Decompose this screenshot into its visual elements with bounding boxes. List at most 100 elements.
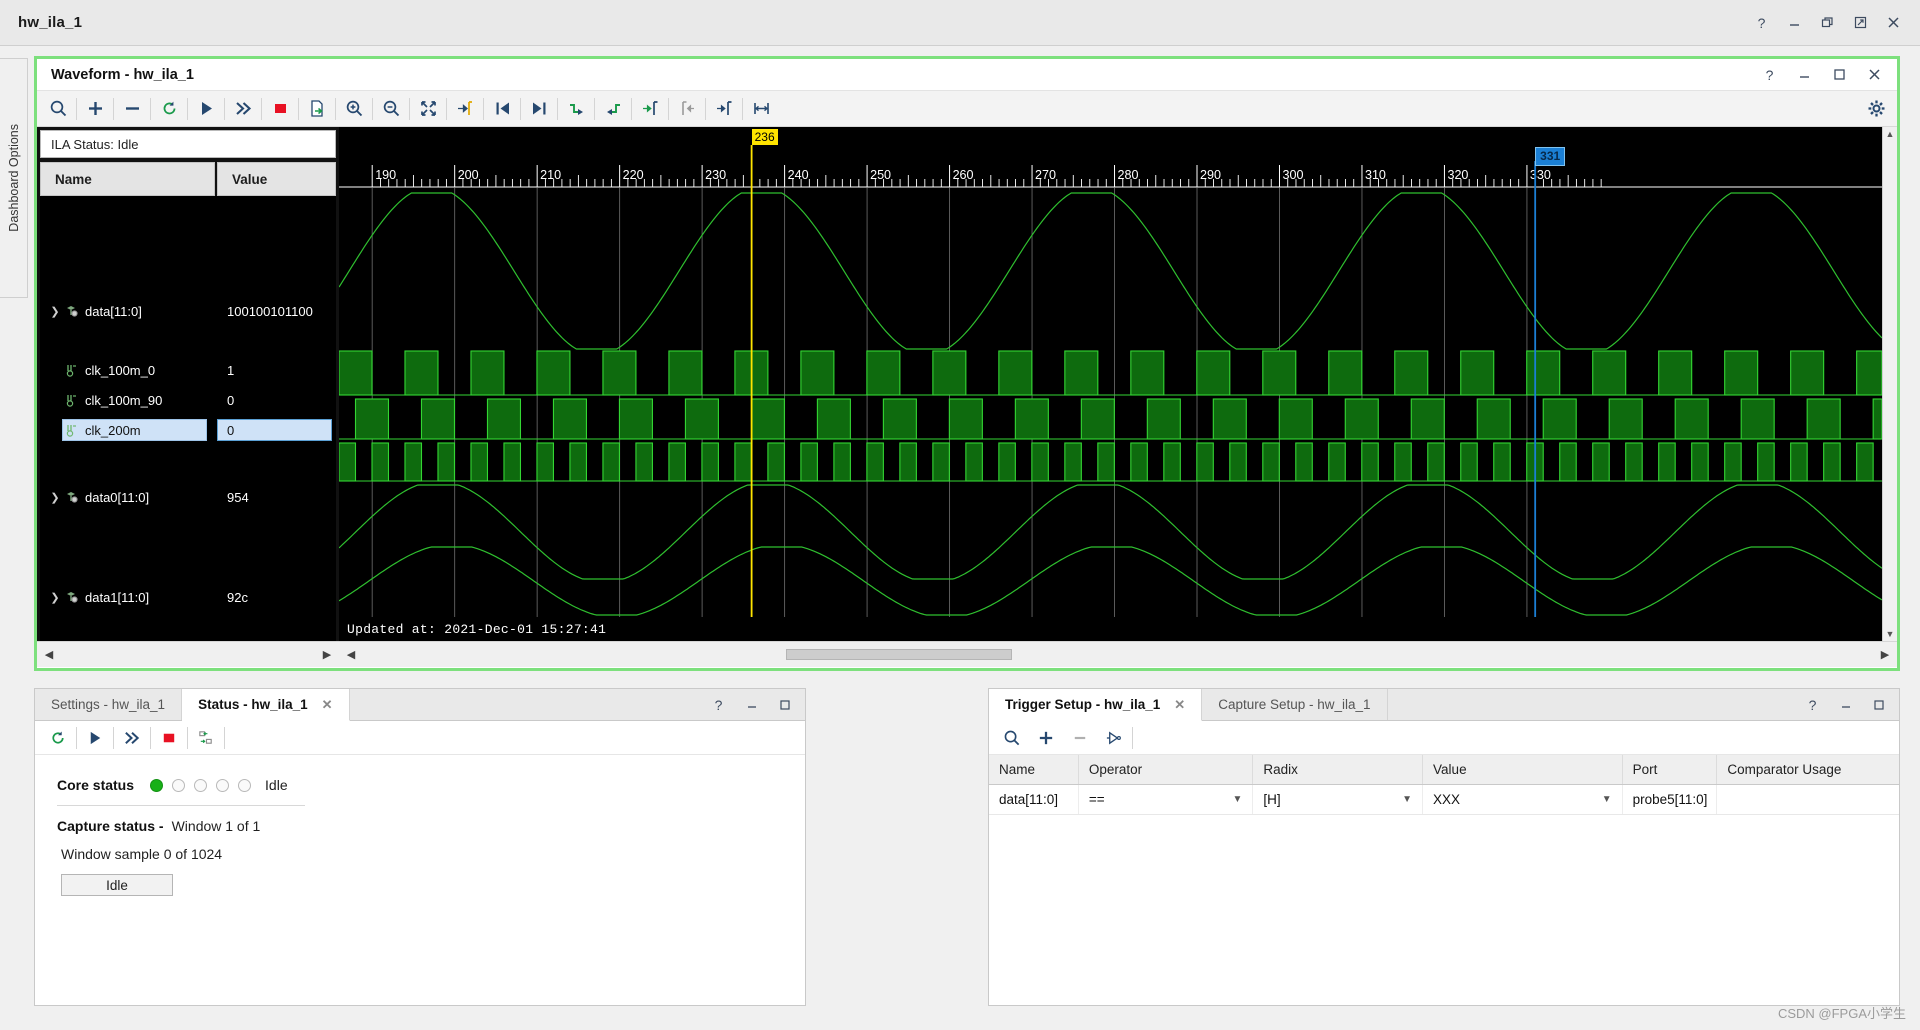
trigger-column-header[interactable]: Value [1423,755,1623,784]
next-transition-icon[interactable] [596,94,630,124]
next-marker-icon[interactable] [707,94,741,124]
probe-compare-icon[interactable] [1097,723,1131,753]
signal-value-row[interactable]: 1 [217,359,336,381]
expand-chevron-icon[interactable]: ❯ [46,591,64,604]
goto-end-icon[interactable] [522,94,556,124]
signal-name-row[interactable]: ❯ data[11:0] [40,300,215,322]
zoom-in-icon[interactable] [337,94,371,124]
wave-scroll-track[interactable] [363,649,1873,660]
cursor-marker-label[interactable]: 331 [1535,147,1566,166]
status-help-icon[interactable]: ? [710,696,727,713]
refresh-icon[interactable] [41,723,75,753]
signal-label: data[11:0] [85,303,142,319]
tab-settings-label: Settings - hw_ila_1 [51,697,166,712]
status-minimize-icon[interactable] [743,696,760,713]
goto-trigger-icon[interactable] [448,94,482,124]
help-icon[interactable]: ? [1753,14,1770,31]
trigger-radix-select[interactable]: [H] ▼ [1253,785,1424,814]
run-icon[interactable] [189,94,223,124]
add-marker-icon[interactable] [633,94,667,124]
measure-icon[interactable] [744,94,778,124]
waveform-vertical-scrollbar[interactable]: ▲ ▼ [1882,127,1897,641]
scroll-down-icon[interactable]: ▼ [1886,627,1895,641]
names-hscrollbar[interactable]: ◀ ▶ [37,648,339,661]
trigger-column-header[interactable]: Radix [1253,755,1424,784]
trigger-value-select[interactable]: XXX ▼ [1423,785,1623,814]
run-immediate-icon[interactable] [226,94,260,124]
waveform-maximize-icon[interactable] [1831,66,1848,83]
chevron-down-icon[interactable]: ▼ [1602,794,1612,805]
wave-hscrollbar[interactable]: ◀ ▶ [339,648,1897,661]
trigger-setup-panel: Trigger Setup - hw_ila_1 ✕ Capture Setup… [988,688,1900,1006]
settings-gear-icon[interactable] [1859,94,1893,124]
scroll-up-icon[interactable]: ▲ [1886,127,1895,141]
waveform-minimize-icon[interactable] [1796,66,1813,83]
tab-trigger-setup[interactable]: Trigger Setup - hw_ila_1 ✕ [989,689,1203,721]
search-icon[interactable] [41,94,75,124]
trigger-column-header[interactable]: Port [1623,755,1718,784]
expand-chevron-icon[interactable]: ❯ [46,305,64,318]
trigger-minimize-icon[interactable] [1837,696,1854,713]
restore-icon[interactable] [1819,14,1836,31]
run-icon[interactable] [78,723,112,753]
chevron-down-icon[interactable]: ▼ [1233,794,1243,805]
signal-name-row[interactable]: ❯ data0[11:0] [40,486,215,508]
tab-settings-hw-ila-1[interactable]: Settings - hw_ila_1 [35,689,183,720]
prev-marker-icon[interactable] [670,94,704,124]
trigger-marker-label[interactable]: 236 [751,129,778,145]
signal-name-row[interactable]: clk_100m_0 [40,359,215,381]
stop-icon[interactable] [263,94,297,124]
export-icon[interactable] [300,94,334,124]
zoom-fit-icon[interactable] [411,94,445,124]
signal-name-row[interactable]: clk_100m_90 [40,389,215,411]
add-icon[interactable] [78,94,112,124]
status-maximize-icon[interactable] [776,696,793,713]
name-column-header[interactable]: Name [40,162,215,196]
names-scroll-left-icon[interactable]: ◀ [41,648,57,661]
signal-value-row[interactable]: 92c [217,586,336,608]
minimize-icon[interactable] [1786,14,1803,31]
arm-icon[interactable] [189,723,223,753]
names-scroll-track[interactable] [57,649,319,660]
trigger-table-row[interactable]: data[11:0] == ▼ [H] ▼ XXX ▼ probe5[11:0] [989,785,1899,815]
waveform-canvas[interactable]: 190 200 210 220 230 240 250 260 270 280 290 300 310 3… [339,127,1882,641]
tab-trigger-setup-close-icon[interactable]: ✕ [1174,697,1185,713]
trigger-column-header[interactable]: Operator [1079,755,1254,784]
trigger-column-header[interactable]: Comparator Usage [1717,755,1899,784]
dashboard-options-tab[interactable]: Dashboard Options [0,58,28,298]
signal-value-row[interactable]: 954 [217,486,336,508]
signal-value-row[interactable]: 0 [217,419,336,441]
run-immediate-icon[interactable] [115,723,149,753]
add-icon[interactable] [1029,723,1063,753]
prev-transition-icon[interactable] [559,94,593,124]
names-scroll-right-icon[interactable]: ▶ [319,648,335,661]
tab-status-close-icon[interactable]: ✕ [322,697,333,713]
wave-scroll-thumb[interactable] [785,649,1013,660]
waveform-help-icon[interactable]: ? [1761,66,1778,83]
trigger-column-header[interactable]: Name [989,755,1079,784]
waveform-close-icon[interactable] [1866,66,1883,83]
search-icon[interactable] [995,723,1029,753]
tab-capture-setup[interactable]: Capture Setup - hw_ila_1 [1202,689,1388,720]
expand-chevron-icon[interactable]: ❯ [46,491,64,504]
signal-value-row[interactable]: 100100101100 [217,300,336,322]
value-column-header[interactable]: Value [217,162,336,196]
tab-status-hw-ila-1[interactable]: Status - hw_ila_1 ✕ [182,689,350,721]
trigger-maximize-icon[interactable] [1870,696,1887,713]
trigger-operator-select[interactable]: == ▼ [1079,785,1254,814]
float-icon[interactable] [1852,14,1869,31]
close-icon[interactable] [1885,14,1902,31]
signal-value-row[interactable]: 0 [217,389,336,411]
signal-name-row[interactable]: ❯ data1[11:0] [40,586,215,608]
goto-start-icon[interactable] [485,94,519,124]
signal-name-row[interactable]: clk_200m [40,419,215,441]
wave-scroll-right-icon[interactable]: ▶ [1877,648,1893,661]
trigger-help-icon[interactable]: ? [1804,696,1821,713]
wave-data1 [339,546,1882,616]
chevron-down-icon[interactable]: ▼ [1402,794,1412,805]
zoom-out-icon[interactable] [374,94,408,124]
stop-icon[interactable] [152,723,186,753]
remove-icon[interactable] [115,94,149,124]
wave-scroll-left-icon[interactable]: ◀ [343,648,359,661]
refresh-icon[interactable] [152,94,186,124]
